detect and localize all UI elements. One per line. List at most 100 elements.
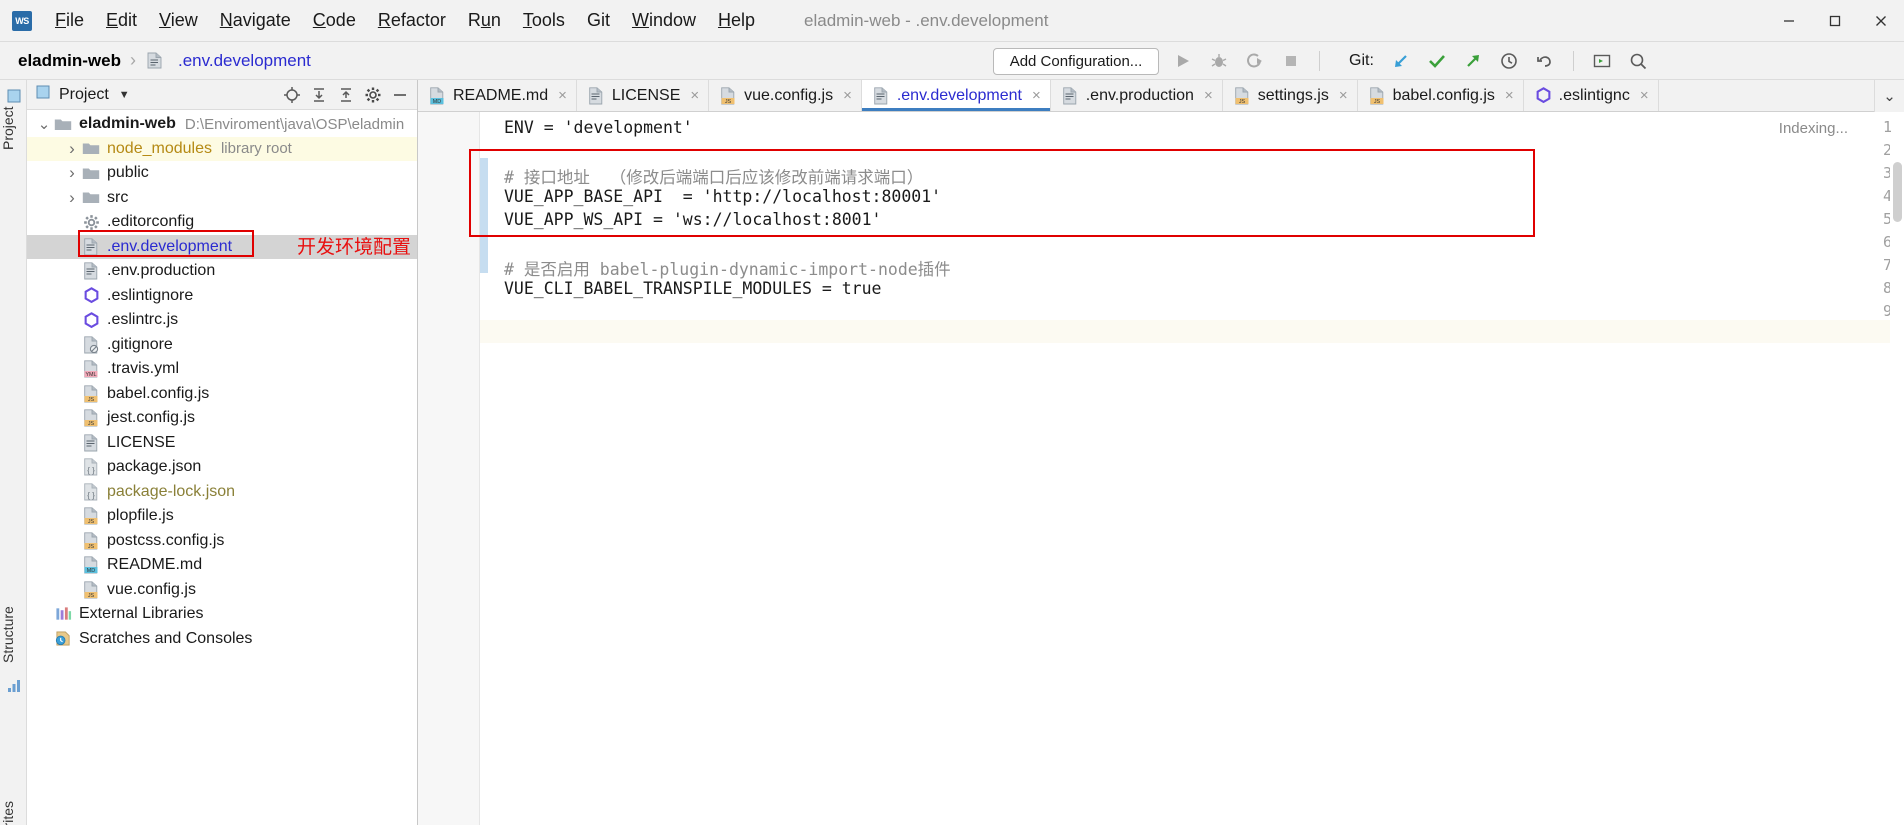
libraries-icon	[53, 605, 73, 623]
stop-icon[interactable]	[1276, 46, 1306, 76]
editor-tab[interactable]: LICENSE×	[577, 80, 709, 111]
expand-all-icon[interactable]	[308, 84, 330, 106]
tab-close-icon[interactable]: ×	[843, 87, 852, 104]
tab-close-icon[interactable]: ×	[1204, 87, 1213, 104]
editor-tab-label: .env.production	[1086, 87, 1194, 105]
tree-row[interactable]: ·{ }package-lock.json	[27, 480, 417, 505]
tree-row[interactable]: ·JSvue.config.js	[27, 578, 417, 603]
menu-item-git[interactable]: Git	[576, 7, 621, 34]
chevron-down-icon[interactable]: ⌄	[35, 115, 53, 133]
terminal-icon[interactable]	[1587, 46, 1617, 76]
project-panel-title: Project	[59, 86, 109, 104]
tree-row[interactable]: ·.eslintrc.js	[27, 308, 417, 333]
menu-item-help[interactable]: Help	[707, 7, 766, 34]
menu-item-file[interactable]: File	[44, 7, 95, 34]
tree-row[interactable]: ›node_moduleslibrary root	[27, 137, 417, 162]
editor-tab[interactable]: .env.development×	[862, 80, 1051, 111]
tree-row[interactable]: ·YML.travis.yml	[27, 357, 417, 382]
tree-row[interactable]: ·JSpostcss.config.js	[27, 529, 417, 554]
tree-row[interactable]: ·.eslintignore	[27, 284, 417, 309]
tab-overflow-icon[interactable]: ⌄	[1874, 80, 1904, 112]
breadcrumb-project[interactable]: eladmin-web	[18, 51, 121, 71]
tab-close-icon[interactable]: ×	[558, 87, 567, 104]
tab-close-icon[interactable]: ×	[1640, 87, 1649, 104]
run-icon[interactable]	[1168, 46, 1198, 76]
editor-tab[interactable]: JSsettings.js×	[1223, 80, 1358, 111]
tree-row[interactable]: ⌄eladmin-webD:\Enviroment\java\OSP\eladm…	[27, 112, 417, 137]
tab-close-icon[interactable]: ×	[1339, 87, 1348, 104]
tree-row[interactable]: ·LICENSE	[27, 431, 417, 456]
project-tool-label[interactable]: Project	[0, 88, 27, 168]
tree-row[interactable]: ·{ }package.json	[27, 455, 417, 480]
vcs-change-marker[interactable]	[480, 158, 488, 273]
menu-item-tools[interactable]: Tools	[512, 7, 576, 34]
search-everywhere-icon[interactable]	[1623, 46, 1653, 76]
tree-row[interactable]: ·.gitignore	[27, 333, 417, 358]
locate-icon[interactable]	[281, 84, 303, 106]
indexing-status: Indexing...	[1779, 120, 1848, 137]
tree-row[interactable]: › public	[27, 161, 417, 186]
git-commit-icon[interactable]	[1422, 46, 1452, 76]
svg-text:{ }: { }	[87, 491, 95, 500]
hide-panel-icon[interactable]	[389, 84, 411, 106]
tab-close-icon[interactable]: ×	[690, 87, 699, 104]
tree-row[interactable]: ·MDREADME.md	[27, 553, 417, 578]
code-line: ENV = 'development'	[504, 118, 693, 137]
git-push-icon[interactable]	[1458, 46, 1488, 76]
chevron-down-icon[interactable]: ▼	[119, 89, 130, 101]
tree-row[interactable]: ·JSplopfile.js	[27, 504, 417, 529]
favorites-tool-label[interactable]: avorites	[0, 770, 27, 825]
menu-item-navigate[interactable]: Navigate	[209, 7, 302, 34]
maximize-icon[interactable]	[1812, 0, 1858, 42]
close-icon[interactable]	[1858, 0, 1904, 42]
navigation-bar: eladmin-web › .env.development Add Confi…	[0, 42, 1904, 80]
add-configuration-button[interactable]: Add Configuration...	[993, 48, 1159, 75]
chevron-right-icon[interactable]: ›	[63, 139, 81, 159]
text-file-icon	[588, 87, 605, 105]
editor-vertical-scrollbar[interactable]	[1890, 144, 1904, 825]
editor-tab[interactable]: .eslintignc×	[1524, 80, 1659, 111]
tab-close-icon[interactable]: ×	[1032, 87, 1041, 104]
tree-row-label: babel.config.js	[107, 385, 209, 403]
tab-close-icon[interactable]: ×	[1505, 87, 1514, 104]
code-area[interactable]: 123456789 ENV = 'development'# 接口地址 （修改后…	[418, 112, 1904, 825]
git-update-icon[interactable]	[1386, 46, 1416, 76]
collapse-all-icon[interactable]	[335, 84, 357, 106]
menu-item-window[interactable]: Window	[621, 7, 707, 34]
scrollbar-thumb[interactable]	[1893, 162, 1902, 222]
settings-gear-icon[interactable]	[362, 84, 384, 106]
tree-row[interactable]: ›src	[27, 186, 417, 211]
eslint-icon	[1535, 87, 1552, 104]
tree-row[interactable]: ·.editorconfig	[27, 210, 417, 235]
tree-row-label: public	[107, 164, 149, 182]
tree-indent-spacer: ·	[63, 484, 81, 499]
tree-row[interactable]: ·Scratches and Consoles	[27, 627, 417, 652]
structure-tool-label[interactable]: Structure	[0, 585, 27, 685]
editor-tab[interactable]: MDREADME.md×	[418, 80, 577, 111]
tree-row[interactable]: ·JSbabel.config.js	[27, 382, 417, 407]
annotation-label-dev-config: 开发环境配置	[297, 232, 411, 259]
tree-row[interactable]: ·JSjest.config.js	[27, 406, 417, 431]
editor-tab[interactable]: JSvue.config.js×	[709, 80, 862, 111]
editor-tab[interactable]: JSbabel.config.js×	[1358, 80, 1524, 111]
js-file-icon: JS	[81, 581, 101, 599]
debug-icon[interactable]	[1204, 46, 1234, 76]
menu-item-edit[interactable]: Edit	[95, 7, 148, 34]
run-coverage-icon[interactable]	[1240, 46, 1270, 76]
tree-row-label: node_modules	[107, 140, 212, 158]
breadcrumb-file[interactable]: .env.development	[178, 51, 311, 71]
menu-item-run[interactable]: Run	[457, 7, 512, 34]
menu-item-view[interactable]: View	[148, 7, 209, 34]
menu-item-code[interactable]: Code	[302, 7, 367, 34]
run-toolbar: Git:	[1168, 42, 1653, 80]
yml-file-icon: YML	[81, 360, 101, 378]
undo-icon[interactable]	[1530, 46, 1560, 76]
tree-row[interactable]: ·External Libraries	[27, 602, 417, 627]
menu-item-refactor[interactable]: Refactor	[367, 7, 457, 34]
chevron-right-icon[interactable]: ›	[63, 188, 81, 208]
history-icon[interactable]	[1494, 46, 1524, 76]
minimize-icon[interactable]	[1766, 0, 1812, 42]
chevron-right-icon[interactable]: ›	[63, 163, 81, 183]
editor-tab[interactable]: .env.production ×	[1051, 80, 1223, 111]
tree-row[interactable]: ·.env.production	[27, 259, 417, 284]
